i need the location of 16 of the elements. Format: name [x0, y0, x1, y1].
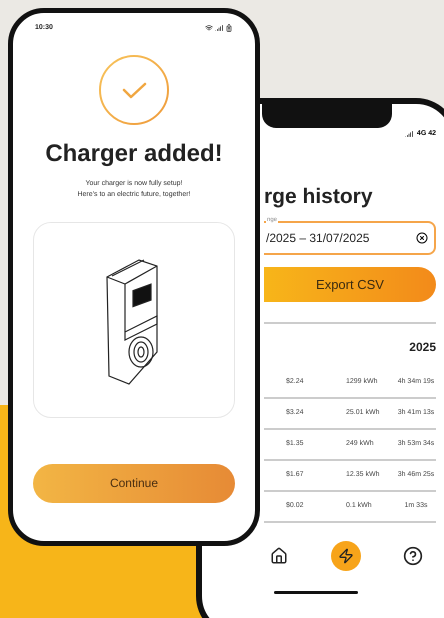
- year-heading: 2025: [408, 339, 436, 356]
- success-title: Charger added!: [45, 142, 223, 166]
- signal-icon: [215, 24, 223, 32]
- clear-icon[interactable]: [416, 232, 428, 244]
- help-icon: [403, 546, 423, 566]
- page-title: rge history: [264, 186, 374, 207]
- wifi-icon: [205, 24, 213, 32]
- continue-button[interactable]: Continue: [33, 464, 235, 502]
- date-range-value: /2025 – 31/07/2025: [266, 230, 370, 247]
- nav-tab[interactable]: [331, 541, 361, 571]
- home-icon: [270, 547, 288, 565]
- checkmark-circle-icon: [98, 54, 170, 126]
- signal-icon: [404, 130, 413, 138]
- battery-icon: [225, 24, 233, 32]
- lightning-icon: [338, 548, 354, 564]
- export-csv-button[interactable]: Export CSV: [264, 267, 436, 302]
